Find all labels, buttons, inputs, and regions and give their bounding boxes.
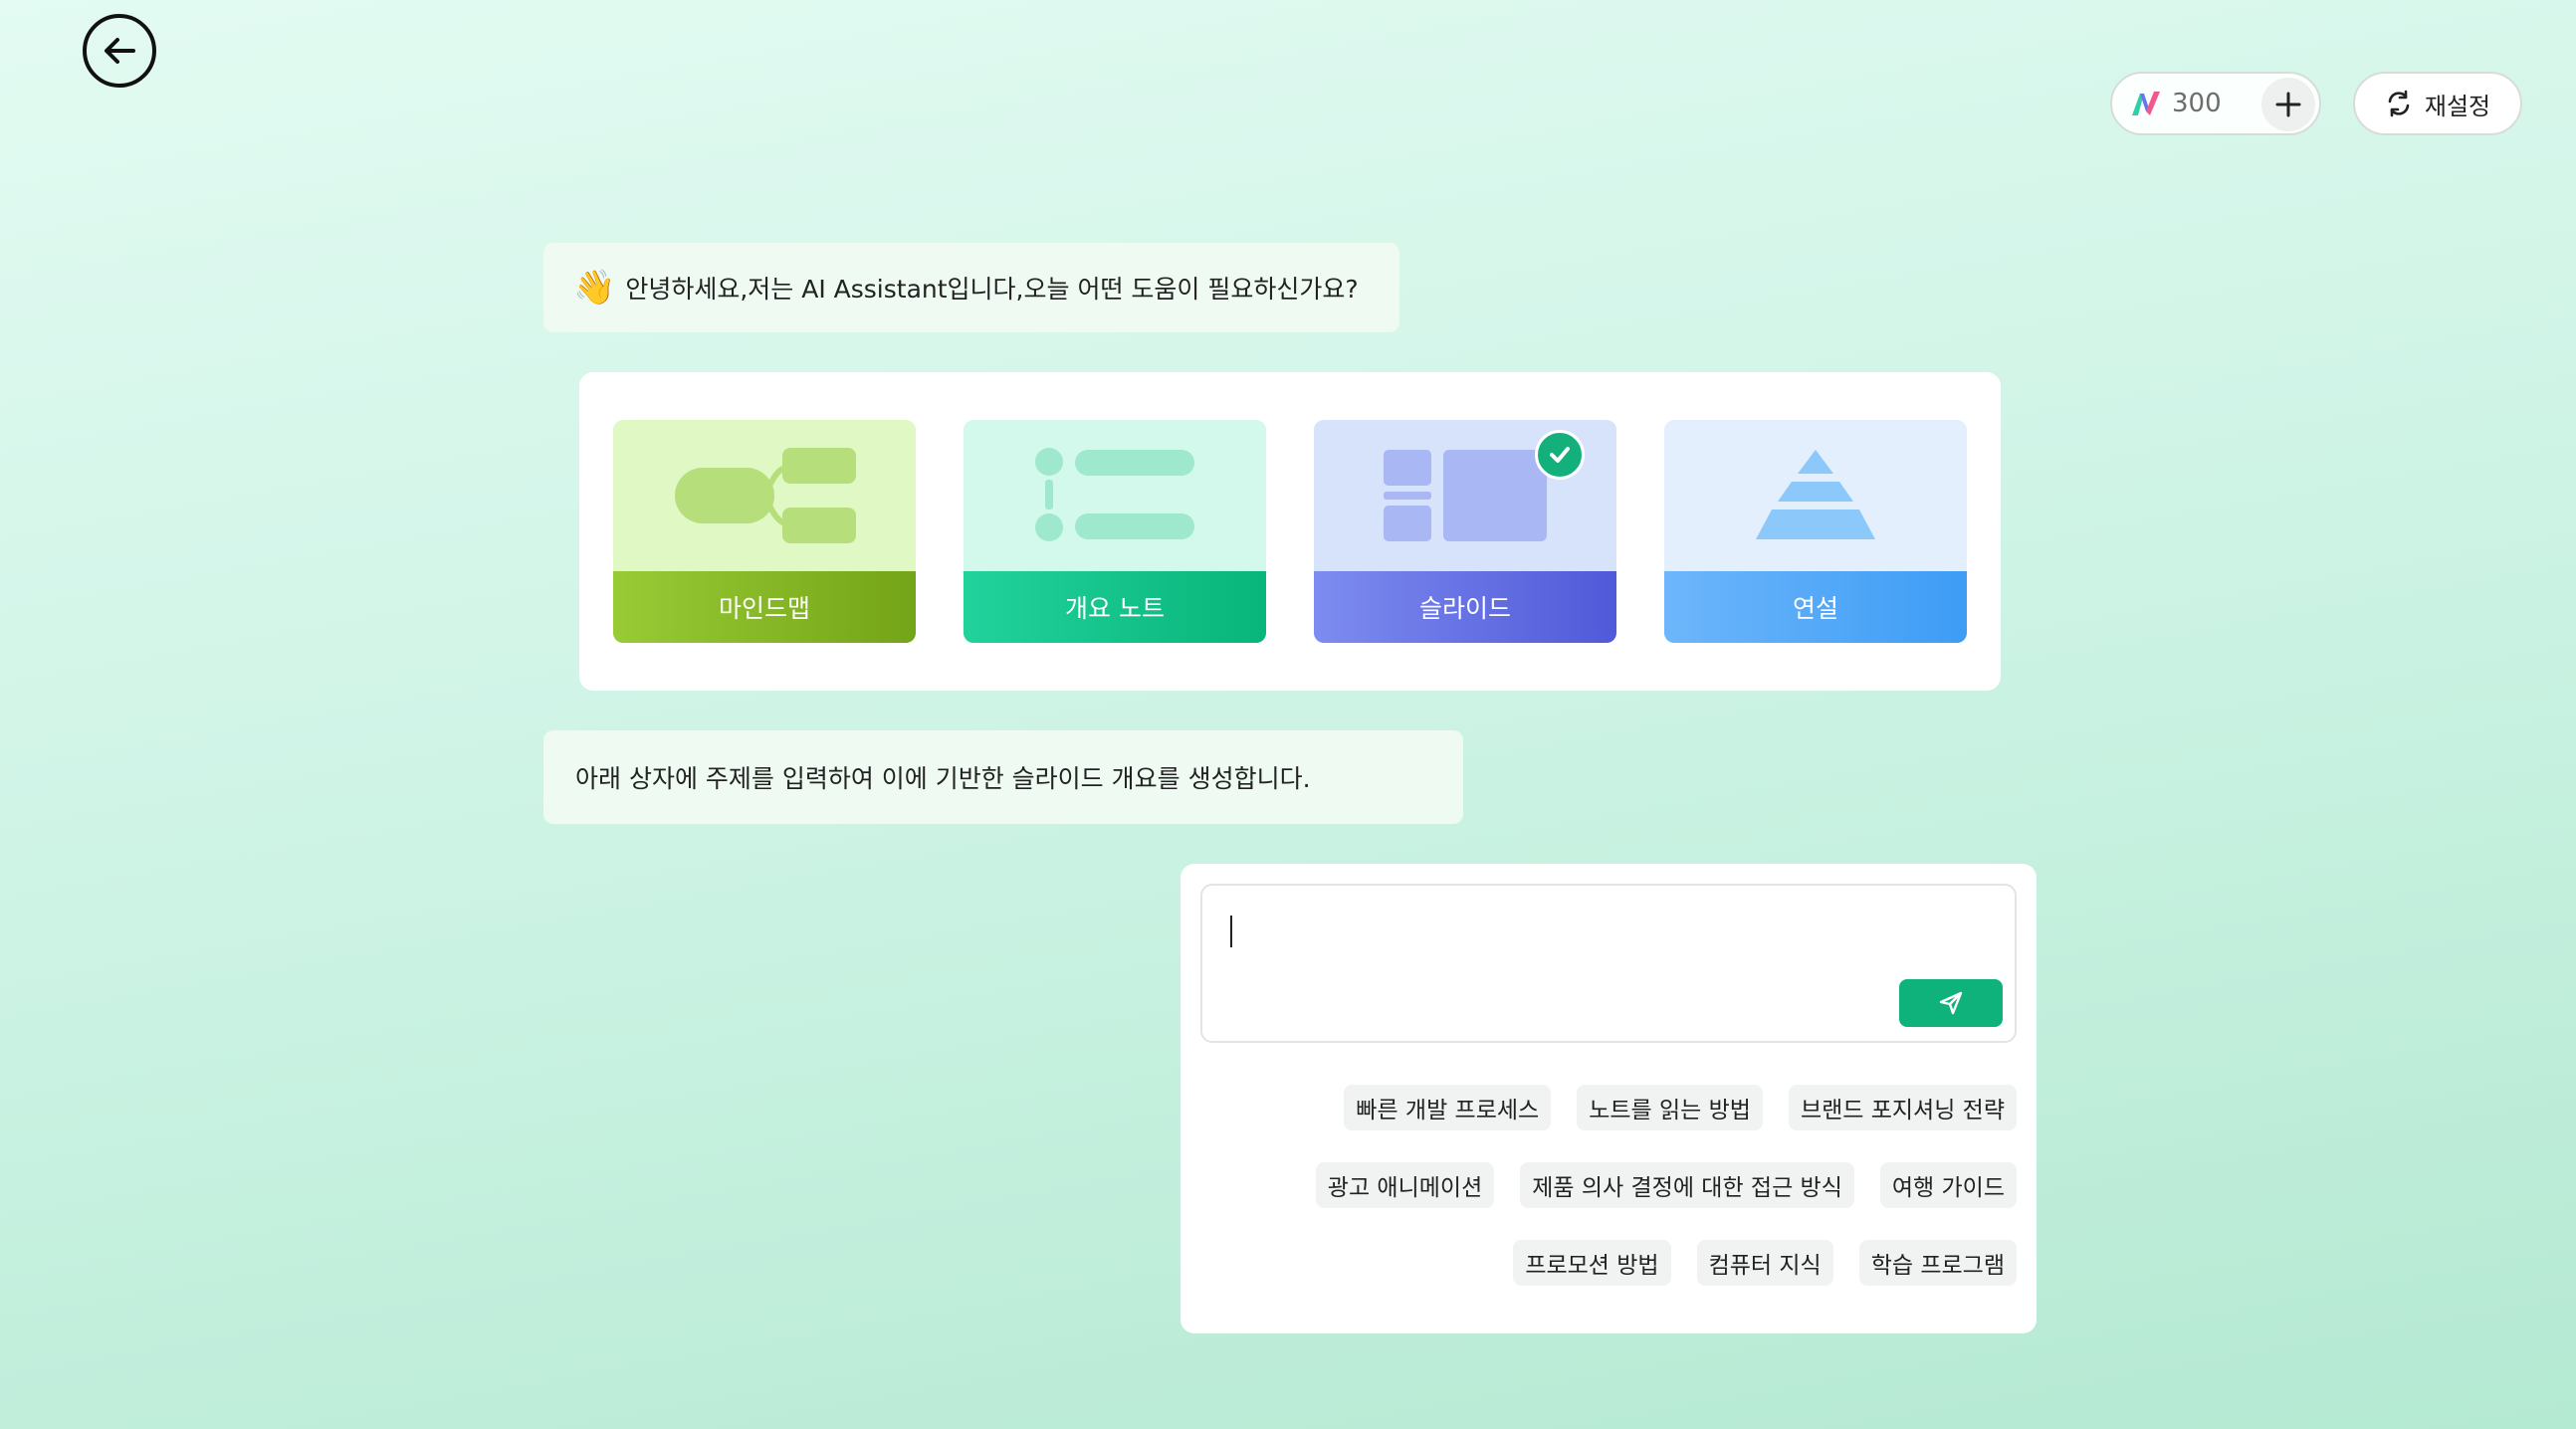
- credits-count: 300: [2172, 89, 2222, 118]
- greeting-text: 안녕하세요,저는 AI Assistant입니다,오늘 어떤 도움이 필요하신가…: [625, 275, 1359, 304]
- type-card-mindmap[interactable]: 마인드맵: [613, 420, 916, 643]
- suggestion-row: 빠른 개발 프로세스 노트를 읽는 방법 브랜드 포지셔닝 전략: [1344, 1085, 2017, 1130]
- reset-button[interactable]: 재설정: [2353, 72, 2522, 135]
- mindmap-icon: [613, 420, 916, 571]
- suggestion-row: 프로모션 방법 컴퓨터 지식 학습 프로그램: [1513, 1240, 2017, 1286]
- topic-composer: 빠른 개발 프로세스 노트를 읽는 방법 브랜드 포지셔닝 전략 광고 애니메이…: [1181, 864, 2037, 1333]
- type-label-slides: 슬라이드: [1314, 571, 1616, 643]
- suggestion-chip[interactable]: 빠른 개발 프로세스: [1344, 1085, 1552, 1130]
- assistant-instruction-bubble: 아래 상자에 주제를 입력하여 이에 기반한 슬라이드 개요를 생성합니다.: [543, 730, 1463, 824]
- send-button[interactable]: [1899, 979, 2003, 1027]
- add-credits-button[interactable]: [2261, 78, 2315, 131]
- waving-hand-icon: 👋: [573, 268, 616, 307]
- pyramid-icon: [1664, 420, 1967, 571]
- type-label-outline: 개요 노트: [964, 571, 1266, 643]
- suggestion-row: 광고 애니메이션 제품 의사 결정에 대한 접근 방식 여행 가이드: [1315, 1162, 2017, 1208]
- suggestion-chip[interactable]: 브랜드 포지셔닝 전략: [1788, 1085, 2017, 1130]
- selected-check-icon: [1535, 430, 1585, 480]
- brand-logo-icon: [2132, 92, 2160, 115]
- plus-icon: [2275, 92, 2301, 117]
- suggestion-chip[interactable]: 광고 애니메이션: [1315, 1162, 1495, 1208]
- suggestion-chip[interactable]: 노트를 읽는 방법: [1577, 1085, 1763, 1130]
- topic-input[interactable]: [1222, 906, 1859, 1015]
- type-label-mindmap: 마인드맵: [613, 571, 916, 643]
- outline-icon: [964, 420, 1266, 571]
- type-card-slides[interactable]: 슬라이드: [1314, 420, 1616, 643]
- output-type-selector: 마인드맵 개요 노트 슬라이드 연설: [579, 372, 2001, 691]
- suggestion-chip[interactable]: 여행 가이드: [1879, 1162, 2017, 1208]
- suggestion-chip[interactable]: 학습 프로그램: [1858, 1240, 2017, 1286]
- send-icon: [1939, 991, 1963, 1015]
- suggestion-chip[interactable]: 프로모션 방법: [1513, 1240, 1671, 1286]
- topic-input-box[interactable]: [1200, 884, 2017, 1043]
- arrow-left-icon: [105, 38, 135, 64]
- refresh-icon: [2388, 90, 2410, 117]
- type-label-speech: 연설: [1664, 571, 1967, 643]
- reset-label: 재설정: [2424, 92, 2491, 120]
- back-button[interactable]: [83, 14, 156, 88]
- suggestion-chip[interactable]: 컴퓨터 지식: [1696, 1240, 1833, 1286]
- suggestion-chip[interactable]: 제품 의사 결정에 대한 접근 방식: [1520, 1162, 1854, 1208]
- instruction-text: 아래 상자에 주제를 입력하여 이에 기반한 슬라이드 개요를 생성합니다.: [575, 764, 1311, 793]
- type-card-speech[interactable]: 연설: [1664, 420, 1967, 643]
- assistant-greeting-bubble: 👋 안녕하세요,저는 AI Assistant입니다,오늘 어떤 도움이 필요하…: [543, 243, 1399, 332]
- type-card-outline[interactable]: 개요 노트: [964, 420, 1266, 643]
- credits-pill: 300: [2110, 72, 2321, 135]
